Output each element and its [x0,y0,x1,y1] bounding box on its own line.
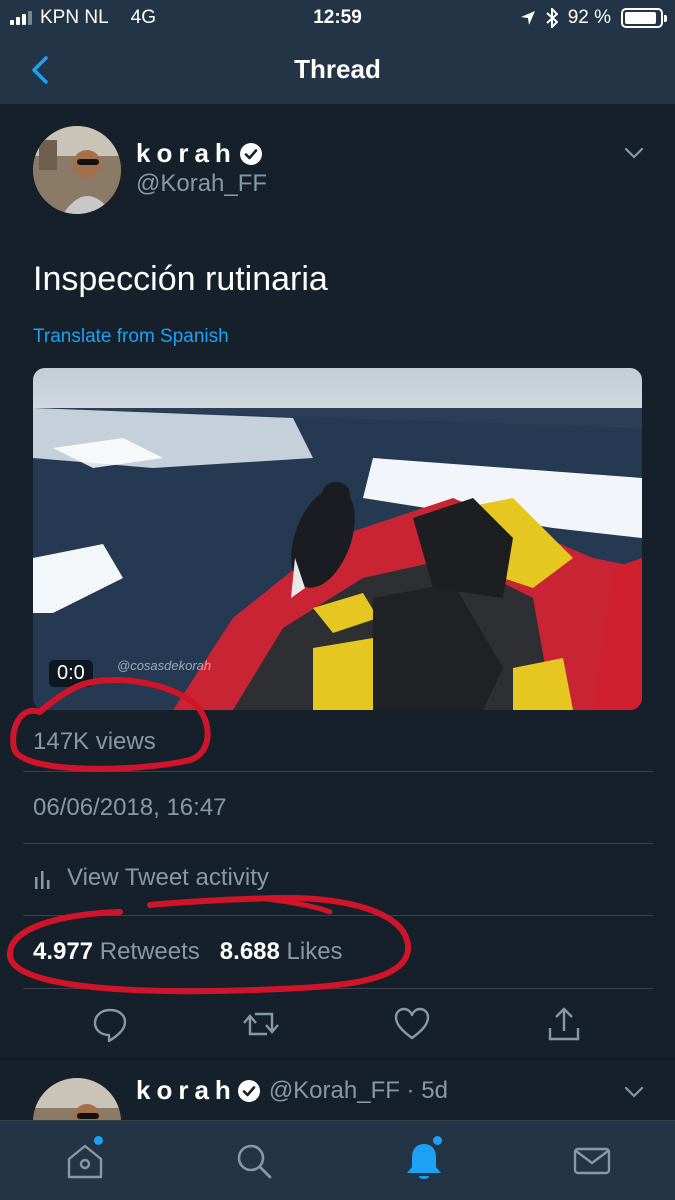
status-bar: KPN NL 4G 12:59 92 % [0,0,675,36]
author-name-text: korah [136,138,237,168]
share-icon[interactable] [544,1004,584,1044]
battery-icon [621,8,667,28]
home-new-dot [94,1136,103,1145]
avatar[interactable] [33,126,121,214]
divider [23,771,653,772]
tab-bar [0,1120,675,1200]
retweet-label: Retweets [99,938,200,965]
notifications-icon[interactable] [402,1139,446,1183]
divider [23,843,653,844]
location-icon [520,11,535,25]
tweet-actions [0,1004,675,1048]
bluetooth-icon [546,8,558,28]
verified-badge-icon [237,1079,260,1102]
retweet-count: 4.977 [33,938,94,965]
reply-header[interactable]: korah @Korah_FF · 5d [136,1075,448,1106]
tweet-activity-label: View Tweet activity [67,864,269,891]
like-icon[interactable] [392,1004,432,1044]
bar-chart-icon [35,871,50,889]
view-count: 147K views [33,728,156,755]
chevron-down-icon[interactable] [620,1082,648,1102]
like-count: 8.688 [219,938,280,965]
video-watermark: @cosasdekorah [117,658,212,673]
like-label: Likes [286,938,343,965]
author-handle[interactable]: @Korah_FF [136,170,267,198]
battery-percent: 92 % [567,7,611,28]
engagement-stats: 4.977 Retweets 8.688 Likes [33,938,343,966]
translate-link[interactable]: Translate from Spanish [33,326,229,348]
verified-badge-icon [239,142,262,165]
author-name[interactable]: korah [136,138,263,169]
status-right: 92 % [520,7,667,29]
search-icon[interactable] [232,1139,276,1183]
divider [23,915,653,916]
tweet-activity-link[interactable]: View Tweet activity [33,864,269,892]
tweet-video[interactable]: 0:0 @cosasdekorah [33,368,642,710]
annotation-stroke [257,895,333,915]
tweet-text: Inspección rutinaria [33,260,328,298]
page-title: Thread [294,54,381,84]
reply-author-name: korah [136,1075,237,1105]
messages-icon[interactable] [570,1139,614,1183]
nav-bar: Thread [0,36,675,104]
retweet-stat[interactable]: 4.977 Retweets [33,938,200,965]
section-separator [0,1058,675,1060]
tweet-timestamp: 06/06/2018, 16:47 [33,794,227,821]
retweet-icon[interactable] [241,1004,281,1044]
video-duration: 0:0 [49,660,93,687]
like-stat[interactable]: 8.688 Likes [220,938,343,965]
home-icon[interactable] [63,1139,107,1183]
reply-icon[interactable] [90,1004,130,1044]
reply-author-handle: @Korah_FF · 5d [268,1076,448,1104]
divider [23,988,653,989]
chevron-down-icon[interactable] [620,143,648,163]
notifications-new-dot [433,1136,442,1145]
